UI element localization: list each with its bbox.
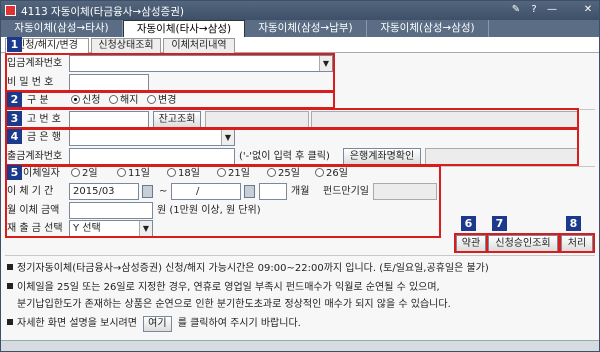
note-3: 분기납입한도가 존재하는 상품은 순연으로 인한 분기한도초과로 정상적인 매수… <box>17 295 451 310</box>
app-window: 4113 자동이체(타금융사→삼성증권) ✎ ? — ✕ 자동이체(삼성→타사)… <box>0 0 600 352</box>
window-title: 4113 자동이체(타금융사→삼성증권) <box>21 6 184 18</box>
callout-badge-3: 3 <box>7 111 22 126</box>
status-bar <box>1 340 599 351</box>
help-here-button[interactable]: 여기 <box>143 316 172 332</box>
pin-icon[interactable]: ✎ <box>509 3 523 17</box>
highlight-box-4 <box>5 128 579 166</box>
note-1-text: 정기자동이체(타금융사→삼성증권) 신청/해지 가능시간은 09:00~22:0… <box>17 263 489 274</box>
callout-badge-7: 7 <box>492 216 507 231</box>
tab-samsung-to-payment[interactable]: 자동이체(삼성→납부) <box>245 20 367 37</box>
tab-other-to-samsung[interactable]: 자동이체(타사→삼성) <box>123 20 245 37</box>
main-tab-bar: 자동이체(삼성→타사) 자동이체(타사→삼성) 자동이체(삼성→납부) 자동이체… <box>1 20 599 37</box>
highlight-box-8 <box>559 233 595 253</box>
note-3-text: 분기납입한도가 존재하는 상품은 순연으로 인한 분기한도초과로 정상적인 매수… <box>17 299 451 310</box>
tab-samsung-to-other[interactable]: 자동이체(삼성→타사) <box>1 20 123 37</box>
minimize-icon[interactable]: — <box>545 3 559 17</box>
tab-samsung-to-samsung[interactable]: 자동이체(삼성→삼성) <box>367 20 489 37</box>
title-bar: 4113 자동이체(타금융사→삼성증권) ✎ ? — ✕ <box>1 1 599 20</box>
divider <box>5 255 595 256</box>
callout-badge-8: 8 <box>566 216 581 231</box>
highlight-box-2 <box>5 91 335 109</box>
note-2-text: 이체일을 25일 또는 26일로 지정한 경우, 연휴로 영업일 부족시 펀드매… <box>17 282 440 293</box>
note-4-suffix: 를 클릭하여 주시기 바랍니다. <box>177 318 301 329</box>
bullet-icon <box>7 319 13 325</box>
subtab-status[interactable]: 신청상태조회 <box>91 38 161 53</box>
highlight-box-3 <box>5 108 579 129</box>
highlight-box-5 <box>5 165 441 238</box>
callout-badge-6: 6 <box>461 216 476 231</box>
help-icon[interactable]: ? <box>527 3 541 17</box>
app-icon <box>5 5 16 16</box>
note-4: 자세한 화면 설명을 보시려면 여기 를 클릭하여 주시기 바랍니다. <box>7 314 301 332</box>
highlight-box-7 <box>486 233 560 253</box>
note-2: 이체일을 25일 또는 26일로 지정한 경우, 연휴로 영업일 부족시 펀드매… <box>7 278 440 293</box>
sub-tab-bar: 신청/해지/변경 신청상태조회 이체처리내역 <box>1 37 599 53</box>
callout-badge-2: 2 <box>7 92 22 107</box>
callout-badge-1: 1 <box>7 37 22 52</box>
bullet-icon <box>7 264 13 270</box>
highlight-box-1 <box>5 53 335 92</box>
close-icon[interactable]: ✕ <box>581 3 595 17</box>
subtab-history[interactable]: 이체처리내역 <box>163 38 235 53</box>
note-4-prefix: 자세한 화면 설명을 보시려면 <box>17 318 137 329</box>
highlight-box-6 <box>454 233 488 253</box>
note-1: 정기자동이체(타금융사→삼성증권) 신청/해지 가능시간은 09:00~22:0… <box>7 259 489 274</box>
callout-badge-4: 4 <box>7 129 22 144</box>
callout-badge-5: 5 <box>7 165 22 180</box>
bullet-icon <box>7 283 13 289</box>
